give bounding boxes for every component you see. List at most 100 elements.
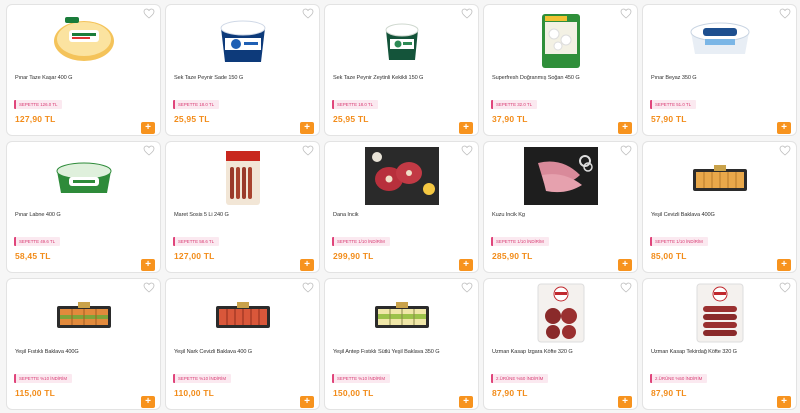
product-price: 58,45 TL: [15, 251, 51, 261]
product-image[interactable]: [484, 145, 637, 207]
product-card[interactable]: Yeşil Nark Cevizli Baklava 400 G SEPETTE…: [165, 278, 320, 410]
add-to-cart-button[interactable]: +: [459, 122, 473, 134]
cream-cheese-tub-icon: [220, 20, 265, 62]
discount-badge: SEPETTE 1/10 İNDİRİM: [332, 237, 390, 246]
product-name[interactable]: Yeşil Antep Fıstıklı Sütlü Yeşil Baklava…: [333, 349, 470, 355]
grill-meatball-pack-icon: [537, 283, 584, 343]
product-card[interactable]: Sek Taze Peynir Sade 150 G SEPETTE 18.0 …: [165, 4, 320, 136]
product-image[interactable]: [325, 145, 478, 207]
product-image[interactable]: [7, 145, 160, 207]
product-price: 285,90 TL: [492, 251, 533, 261]
discount-badge: SEPETTE 32.0 TL: [491, 100, 538, 109]
product-image[interactable]: [166, 145, 319, 207]
product-name[interactable]: Maret Sosis 5 Li 240 G: [174, 212, 311, 218]
product-image[interactable]: [325, 282, 478, 344]
product-card[interactable]: Uzman Kasap Izgara Köfte 320 G 2.ÜRÜNE %…: [483, 278, 638, 410]
product-image[interactable]: [166, 282, 319, 344]
walnut-baklava-tray-icon: [215, 302, 270, 328]
product-image[interactable]: [325, 8, 478, 70]
add-to-cart-button[interactable]: +: [777, 396, 791, 408]
discount-badge: SEPETTE 49.6 TL: [14, 237, 61, 246]
discount-badge: SEPETTE 1/10 İNDİRİM: [650, 237, 708, 246]
product-price: 25,95 TL: [333, 114, 369, 124]
product-name[interactable]: Pınar Beyaz 350 G: [651, 75, 788, 81]
add-to-cart-button[interactable]: +: [459, 396, 473, 408]
add-to-cart-button[interactable]: +: [141, 122, 155, 134]
product-image[interactable]: [643, 8, 796, 70]
product-price: 57,90 TL: [651, 114, 687, 124]
product-name[interactable]: Pınar Labne 400 G: [15, 212, 152, 218]
tekirdag-meatball-pack-icon: [696, 283, 743, 343]
discount-badge: SEPETTE %10 İNDİRİM: [173, 374, 232, 383]
product-price: 25,95 TL: [174, 114, 210, 124]
add-to-cart-button[interactable]: +: [618, 122, 632, 134]
add-to-cart-button[interactable]: +: [777, 122, 791, 134]
product-name[interactable]: Superfresh Doğranmış Soğan 450 G: [492, 75, 629, 81]
product-image[interactable]: [484, 8, 637, 70]
product-name[interactable]: Yeşil Fıstıklı Baklava 400G: [15, 349, 152, 355]
product-name[interactable]: Kuzu İncik Kg: [492, 212, 629, 218]
kasar-cheese-package-icon: [53, 17, 114, 61]
sausage-pack-icon: [225, 151, 260, 205]
discount-badge: SEPETTE 58.6 TL: [173, 237, 220, 246]
product-image[interactable]: [7, 8, 160, 70]
lamb-shank-icon: [523, 147, 598, 205]
product-name[interactable]: Sek Taze Peynir Sade 150 G: [174, 75, 311, 81]
add-to-cart-button[interactable]: +: [300, 122, 314, 134]
pistachio-baklava-tray-icon: [56, 302, 111, 328]
discount-badge: SEPETTE 126.0 TL: [14, 100, 63, 109]
product-image[interactable]: [484, 282, 637, 344]
product-card[interactable]: Yeşil Fıstıklı Baklava 400G SEPETTE %10 …: [6, 278, 161, 410]
product-card[interactable]: Pınar Labne 400 G SEPETTE 49.6 TL 58,45 …: [6, 141, 161, 273]
discount-badge: 2.ÜRÜNE %50 İNDİRİM: [491, 374, 549, 383]
milk-baklava-tray-icon: [374, 302, 429, 328]
discount-badge: SEPETTE 51.0 TL: [650, 100, 697, 109]
product-card[interactable]: Maret Sosis 5 Li 240 G SEPETTE 58.6 TL 1…: [165, 141, 320, 273]
product-name[interactable]: Dana İncik: [333, 212, 470, 218]
discount-badge: SEPETTE 1/10 İNDİRİM: [491, 237, 549, 246]
product-price: 127,00 TL: [174, 251, 215, 261]
product-price: 127,90 TL: [15, 114, 56, 124]
product-card[interactable]: Dana İncik SEPETTE 1/10 İNDİRİM 299,90 T…: [324, 141, 479, 273]
frozen-onion-bag-icon: [541, 14, 580, 68]
add-to-cart-button[interactable]: +: [300, 396, 314, 408]
product-name[interactable]: Yeşil Cevizli Baklava 400G: [651, 212, 788, 218]
add-to-cart-button[interactable]: +: [459, 259, 473, 271]
add-to-cart-button[interactable]: +: [618, 396, 632, 408]
product-image[interactable]: [166, 8, 319, 70]
product-image[interactable]: [7, 282, 160, 344]
product-grid: Pınar Taze Kaşar 400 G SEPETTE 126.0 TL …: [6, 4, 797, 410]
product-price: 110,00 TL: [174, 388, 215, 398]
product-price: 87,90 TL: [492, 388, 528, 398]
product-name[interactable]: Yeşil Nark Cevizli Baklava 400 G: [174, 349, 311, 355]
discount-badge: SEPETTE 18.0 TL: [173, 100, 220, 109]
product-card[interactable]: Superfresh Doğranmış Soğan 450 G SEPETTE…: [483, 4, 638, 136]
product-price: 87,90 TL: [651, 388, 687, 398]
add-to-cart-button[interactable]: +: [777, 259, 791, 271]
add-to-cart-button[interactable]: +: [300, 259, 314, 271]
product-card[interactable]: Pınar Beyaz 350 G SEPETTE 51.0 TL 57,90 …: [642, 4, 797, 136]
product-card[interactable]: Yeşil Cevizli Baklava 400G SEPETTE 1/10 …: [642, 141, 797, 273]
discount-badge: SEPETTE 18.0 TL: [332, 100, 379, 109]
product-price: 37,90 TL: [492, 114, 528, 124]
product-price: 115,00 TL: [15, 388, 56, 398]
product-card[interactable]: Sek Taze Peynir Zeytinli Kekikli 150 G S…: [324, 4, 479, 136]
product-card[interactable]: Pınar Taze Kaşar 400 G SEPETTE 126.0 TL …: [6, 4, 161, 136]
product-name[interactable]: Sek Taze Peynir Zeytinli Kekikli 150 G: [333, 75, 470, 81]
product-name[interactable]: Uzman Kasap Tekirdağ Köfte 320 G: [651, 349, 788, 355]
add-to-cart-button[interactable]: +: [141, 396, 155, 408]
product-card[interactable]: Kuzu İncik Kg SEPETTE 1/10 İNDİRİM 285,9…: [483, 141, 638, 273]
product-name[interactable]: Pınar Taze Kaşar 400 G: [15, 75, 152, 81]
discount-badge: 2.ÜRÜNE %50 İNDİRİM: [650, 374, 708, 383]
baklava-tray-icon: [692, 165, 747, 191]
product-card[interactable]: Uzman Kasap Tekirdağ Köfte 320 G 2.ÜRÜNE…: [642, 278, 797, 410]
beef-shank-icon: [364, 147, 439, 205]
product-name[interactable]: Uzman Kasap Izgara Köfte 320 G: [492, 349, 629, 355]
discount-badge: SEPETTE %10 İNDİRİM: [14, 374, 73, 383]
labne-tub-icon: [56, 162, 111, 193]
add-to-cart-button[interactable]: +: [618, 259, 632, 271]
product-card[interactable]: Yeşil Antep Fıstıklı Sütlü Yeşil Baklava…: [324, 278, 479, 410]
product-image[interactable]: [643, 282, 796, 344]
product-image[interactable]: [643, 145, 796, 207]
add-to-cart-button[interactable]: +: [141, 259, 155, 271]
